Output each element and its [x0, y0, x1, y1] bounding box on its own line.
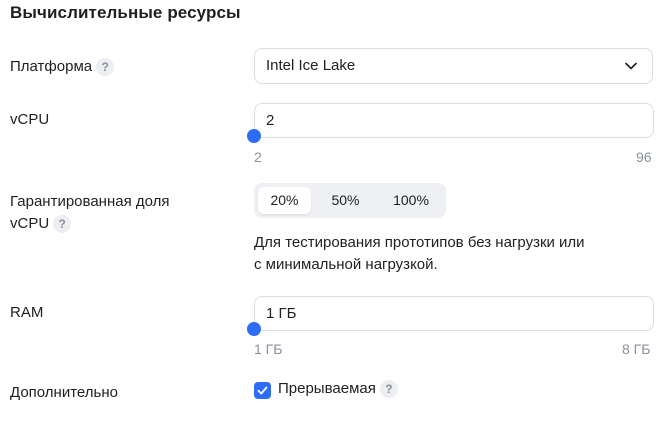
- vcpu-input[interactable]: 2: [254, 103, 654, 138]
- question-icon[interactable]: ?: [379, 380, 398, 399]
- core-fraction-label-line1: Гарантированная доля: [10, 193, 170, 210]
- ram-label: RAM: [10, 304, 44, 321]
- core-fraction-option-50[interactable]: 50%: [318, 187, 373, 214]
- vcpu-input-value: 2: [266, 112, 275, 129]
- section-title: Вычислительные ресурсы: [10, 3, 241, 22]
- ram-max-label: 8 ГБ: [622, 341, 651, 357]
- core-fraction-segmented-control: 20% 50% 100%: [254, 183, 446, 218]
- platform-label: Платформа: [10, 58, 93, 75]
- vcpu-label: vCPU: [10, 111, 50, 128]
- platform-label-row: Платформа?: [10, 57, 115, 77]
- chevron-down-icon: [625, 62, 637, 70]
- core-fraction-description-line1: Для тестирования прототипов без нагрузки…: [254, 234, 585, 251]
- vcpu-max-label: 96: [636, 149, 652, 165]
- ram-input[interactable]: 1 ГБ: [254, 296, 654, 331]
- platform-select-value: Intel Ice Lake: [266, 57, 356, 74]
- preemptible-label-row: Прерываемая?: [278, 380, 398, 399]
- ram-input-value: 1 ГБ: [266, 305, 297, 322]
- additional-label: Дополнительно: [10, 384, 118, 401]
- question-icon[interactable]: ?: [53, 215, 72, 234]
- preemptible-label[interactable]: Прерываемая: [278, 380, 376, 397]
- platform-select[interactable]: Intel Ice Lake: [254, 48, 653, 84]
- ram-slider-thumb[interactable]: [247, 322, 261, 336]
- core-fraction-description-line2: с минимальной нагрузкой.: [254, 256, 438, 273]
- core-fraction-description: Для тестирования прототипов без нагрузки…: [254, 232, 654, 276]
- core-fraction-option-20[interactable]: 20%: [258, 187, 311, 214]
- vcpu-min-label: 2: [254, 149, 262, 165]
- vcpu-slider-thumb[interactable]: [247, 129, 261, 143]
- question-icon[interactable]: ?: [96, 58, 115, 77]
- core-fraction-label-line2-row: vCPU?: [10, 214, 72, 234]
- core-fraction-label-line2: vCPU: [10, 215, 50, 232]
- ram-min-label: 1 ГБ: [254, 341, 283, 357]
- core-fraction-option-100[interactable]: 100%: [380, 187, 442, 214]
- checkmark-icon: [257, 386, 268, 395]
- preemptible-checkbox[interactable]: [254, 382, 271, 399]
